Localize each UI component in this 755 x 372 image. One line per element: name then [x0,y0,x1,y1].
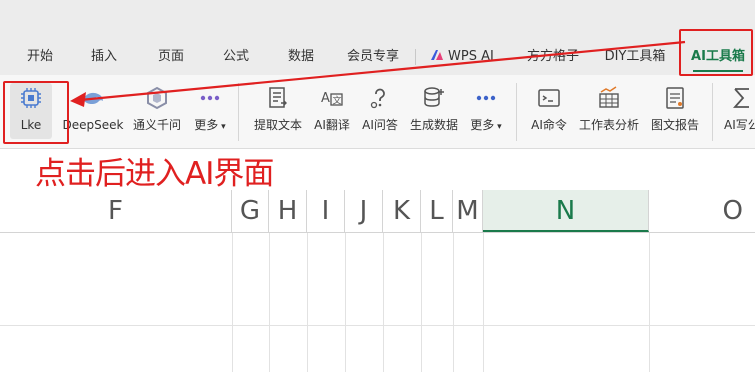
ai-qa-button[interactable]: AI问答 [358,75,402,148]
chevron-down-icon: ▾ [218,122,226,132]
tab-data[interactable]: 数据 [281,40,321,75]
tab-diy-toolbox[interactable]: DIY工具箱 [603,40,667,75]
svg-text:A: A [321,91,330,106]
grid-line [483,233,484,372]
ai-translate-label: AI翻译 [314,118,350,132]
ai-command-label: AI命令 [531,118,567,132]
report-icon [666,87,684,109]
grid-line [649,233,650,372]
grid-line [0,325,755,326]
ai-toolbox-highlight-box [679,29,753,76]
grid-line [307,233,308,372]
ribbon-separator [238,83,239,141]
svg-text:文: 文 [333,95,342,107]
grid-line [421,233,422,372]
grid-line [269,233,270,372]
tongyi-icon [147,86,167,110]
grid-line [383,233,384,372]
grid-line [232,233,233,372]
sigma-icon [732,88,749,108]
tab-member[interactable]: 会员专享 [344,40,402,75]
ribbon-separator [712,83,713,141]
generate-data-label: 生成数据 [409,118,458,132]
column-header-i[interactable]: I [307,190,345,232]
column-header-m[interactable]: M [453,190,483,232]
sheet-analysis-label: 工作表分析 [578,118,639,132]
tab-wps-ai[interactable]: WPS AI [430,40,502,75]
terminal-icon [538,89,560,107]
tab-home[interactable]: 开始 [20,40,60,75]
more-ai-models-button[interactable]: 更多 ▾ [190,75,230,148]
extract-text-label: 提取文本 [253,118,302,132]
wps-ai-logo-icon [431,50,443,60]
more-label: 更多 ▾ [470,118,502,132]
more-ai-tools-button[interactable]: 更多 ▾ [466,75,506,148]
deepseek-button[interactable]: DeepSeek [62,75,124,148]
qa-icon [370,88,385,109]
column-header-n[interactable]: N [483,190,649,232]
ai-formula-label: AI写公 [724,118,755,132]
tongyi-button[interactable]: 通义千问 [130,75,184,148]
lke-highlight-box [3,81,69,144]
more-label: 更多 ▾ [194,118,226,132]
tab-formula[interactable]: 公式 [216,40,256,75]
generate-data-button[interactable]: 生成数据 [406,75,462,148]
ai-formula-button[interactable]: AI写公 [722,75,755,148]
grid-line [453,233,454,372]
column-header-l[interactable]: L [421,190,453,232]
translate-icon: A 文 [321,91,343,107]
tongyi-label: 通义千问 [132,118,181,132]
tab-wps-ai-label: WPS AI [448,49,494,64]
column-header-j[interactable]: J [345,190,383,232]
column-header-g[interactable]: G [232,190,269,232]
ribbon-tab-bar: 开始 插入 页面 公式 数据 会员专享 WPS AI 方方格子 DIY工具箱 A… [0,40,755,75]
ribbon-separator [516,83,517,141]
extract-text-button[interactable]: 提取文本 [250,75,306,148]
column-header-o[interactable]: O [649,190,755,232]
more-dots-icon [476,95,496,101]
column-header-k[interactable]: K [383,190,421,232]
grid-line [345,233,346,372]
ribbon-toolbar: Lke DeepSeek 通义千问 更多 ▾ 提取文本 A 文 AI翻译 AI问… [0,75,755,149]
ai-command-button[interactable]: AI命令 [528,75,570,148]
header-divider [0,232,755,233]
ai-translate-button[interactable]: A 文 AI翻译 [312,75,352,148]
whale-icon [83,92,103,105]
report-label: 图文报告 [650,118,699,132]
tab-separator [415,49,416,65]
ai-qa-label: AI问答 [362,118,398,132]
tab-insert[interactable]: 插入 [84,40,124,75]
spreadsheet-grid: F G H I J K L M N O [0,190,755,372]
annotation-text: 点击后进入AI界面 [35,156,274,192]
column-header-h[interactable]: H [269,190,307,232]
tab-fangfang[interactable]: 方方格子 [525,40,581,75]
extract-text-icon [269,87,287,108]
title-bar-area [0,0,755,40]
deepseek-label: DeepSeek [62,118,124,132]
more-dots-icon [200,95,220,101]
sheet-chart-icon [599,86,619,108]
report-button[interactable]: 图文报告 [648,75,702,148]
database-icon [424,87,444,107]
chevron-down-icon: ▾ [494,122,502,132]
tab-page[interactable]: 页面 [151,40,191,75]
column-header-f[interactable]: F [0,190,232,232]
sheet-analysis-button[interactable]: 工作表分析 [576,75,642,148]
